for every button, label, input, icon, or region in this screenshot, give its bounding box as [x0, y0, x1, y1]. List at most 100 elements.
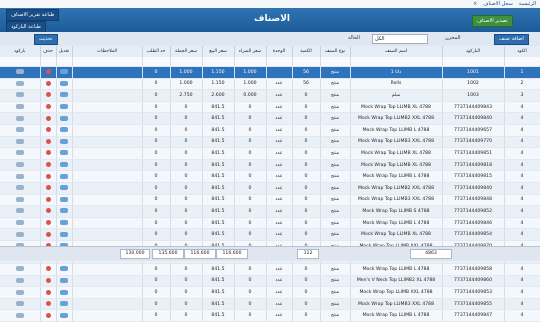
edit-icon[interactable] — [60, 92, 68, 98]
delete-icon[interactable] — [45, 104, 51, 110]
tab-items[interactable]: سجل الاصناف — [483, 1, 513, 7]
filter-cell[interactable] — [442, 57, 505, 67]
table-row[interactable]: 4 7737144409815 Mock Wrap Top LLIMB L 4788… — [0, 170, 540, 183]
filter-cell[interactable] — [266, 57, 293, 67]
edit-icon[interactable] — [60, 266, 68, 272]
delete-icon[interactable] — [40, 228, 57, 241]
barcode-icon[interactable] — [15, 80, 24, 86]
delete-icon[interactable] — [40, 66, 57, 79]
column-header[interactable]: تعديل — [56, 46, 73, 57]
barcode-icon[interactable] — [15, 162, 24, 168]
edit-icon[interactable] — [60, 127, 68, 133]
edit-icon[interactable] — [56, 182, 73, 195]
filter-cell[interactable] — [72, 57, 143, 67]
table-row[interactable]: 4 7737144409855 Mock Wrap Top LLIMB3 XXL 4… — [0, 298, 540, 311]
warehouse-select[interactable]: الكل — [372, 34, 428, 44]
filter-row[interactable] — [0, 57, 540, 67]
delete-icon[interactable] — [40, 78, 57, 91]
delete-icon[interactable] — [40, 194, 57, 207]
edit-icon[interactable] — [60, 115, 68, 121]
edit-icon[interactable] — [56, 112, 73, 125]
column-header[interactable]: الكمية — [292, 46, 321, 57]
barcode-icon[interactable] — [0, 136, 41, 149]
column-header[interactable]: الوحدة — [266, 46, 293, 57]
table-row[interactable]: 4 7737144409657 Mock Wrap Top LLIMB L 4788… — [0, 124, 540, 137]
column-header[interactable]: اسم الصنف — [350, 46, 443, 57]
delete-icon[interactable] — [45, 312, 51, 318]
edit-icon[interactable] — [60, 231, 68, 237]
column-header[interactable]: نوع الصنف — [320, 46, 351, 57]
barcode-icon[interactable] — [0, 124, 41, 137]
delete-icon[interactable] — [40, 286, 57, 299]
barcode-icon[interactable] — [0, 217, 41, 230]
edit-icon[interactable] — [60, 138, 68, 144]
table-row[interactable]: 4 7737144409851 Mock Wrap Top LLIMB XL 478… — [0, 147, 540, 160]
export-items-button[interactable]: تصدير الاصناف — [472, 15, 513, 27]
table-row[interactable]: 3 1003 سلم منتج 0 عدد 0.000 2.600 2.750 0 — [0, 89, 540, 102]
delete-icon[interactable] — [45, 277, 51, 283]
delete-icon[interactable] — [40, 101, 57, 114]
edit-icon[interactable] — [56, 298, 73, 311]
filter-cell[interactable] — [170, 57, 203, 67]
delete-icon[interactable] — [45, 220, 51, 226]
delete-icon[interactable] — [40, 205, 57, 218]
column-header[interactable]: باركود — [0, 46, 41, 57]
delete-icon[interactable] — [40, 136, 57, 149]
delete-icon[interactable] — [40, 298, 57, 311]
filter-cell[interactable] — [202, 57, 235, 67]
edit-icon[interactable] — [60, 196, 68, 202]
barcode-icon[interactable] — [0, 309, 41, 322]
column-header[interactable]: سعر الشراء — [234, 46, 267, 57]
table-row[interactable]: 2 1002 Rolls منتج 56 عدد 1.000 1.150 1.000 0 — [0, 78, 540, 91]
table-row[interactable]: 4 7737144409852 Mock Wrap Top LLIMB S 4788… — [0, 205, 540, 218]
edit-icon[interactable] — [56, 194, 73, 207]
barcode-icon[interactable] — [15, 185, 24, 191]
barcode-icon[interactable] — [15, 127, 24, 133]
delete-icon[interactable] — [45, 138, 51, 144]
edit-icon[interactable] — [56, 170, 73, 183]
delete-icon[interactable] — [40, 124, 57, 137]
table-row[interactable]: 4 7737144409840 Mock Wrap Top LLIMB2 XXL 4… — [0, 182, 540, 195]
table-row[interactable]: 4 7737144409840 Mock Wrap Top LLIMB2 XXL 4… — [0, 112, 540, 125]
delete-icon[interactable] — [45, 289, 51, 295]
delete-icon[interactable] — [40, 170, 57, 183]
delete-icon[interactable] — [45, 301, 51, 307]
delete-icon[interactable] — [45, 92, 51, 98]
table-row[interactable]: 4 7737144409846 Mock Wrap Top LLIMB L 4788… — [0, 217, 540, 230]
barcode-icon[interactable] — [15, 138, 24, 144]
delete-icon[interactable] — [40, 275, 57, 288]
barcode-icon[interactable] — [0, 205, 41, 218]
delete-icon[interactable] — [45, 162, 51, 168]
barcode-icon[interactable] — [0, 101, 41, 114]
barcode-icon[interactable] — [0, 66, 41, 79]
edit-icon[interactable] — [60, 173, 68, 179]
column-header[interactable]: الملاحظات — [72, 46, 143, 57]
edit-icon[interactable] — [56, 159, 73, 172]
filter-cell[interactable] — [56, 57, 73, 67]
edit-icon[interactable] — [56, 217, 73, 230]
filter-cell[interactable] — [292, 57, 321, 67]
filter-cell[interactable] — [320, 57, 351, 67]
barcode-icon[interactable] — [15, 69, 24, 75]
column-header[interactable]: سعر الجملة — [170, 46, 203, 57]
edit-icon[interactable] — [60, 312, 68, 318]
barcode-icon[interactable] — [15, 92, 24, 98]
barcode-icon[interactable] — [0, 112, 41, 125]
delete-icon[interactable] — [45, 266, 51, 272]
column-header[interactable]: الكود — [504, 46, 540, 57]
table-row[interactable]: 4 7737144409853 Mock Wrap Top LLIMB XXL 47… — [0, 286, 540, 299]
edit-icon[interactable] — [60, 150, 68, 156]
barcode-icon[interactable] — [0, 170, 41, 183]
delete-icon[interactable] — [45, 196, 51, 202]
edit-icon[interactable] — [60, 185, 68, 191]
edit-icon[interactable] — [60, 104, 68, 110]
edit-icon[interactable] — [56, 66, 73, 79]
edit-icon[interactable] — [56, 205, 73, 218]
delete-icon[interactable] — [45, 69, 51, 75]
barcode-icon[interactable] — [0, 78, 41, 91]
edit-icon[interactable] — [60, 289, 68, 295]
delete-icon[interactable] — [40, 147, 57, 160]
filter-cell[interactable] — [40, 57, 57, 67]
edit-icon[interactable] — [56, 147, 73, 160]
edit-icon[interactable] — [60, 69, 68, 75]
